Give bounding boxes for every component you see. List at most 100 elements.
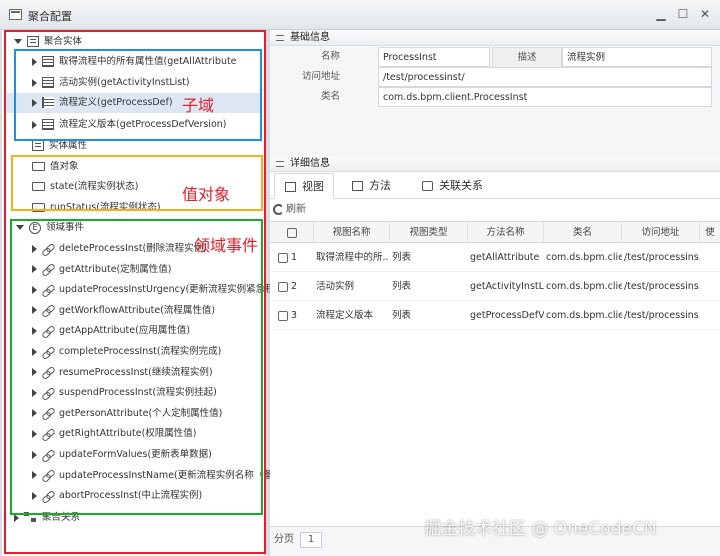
tree-node-label: updateFormValues(更新表单数据) — [59, 449, 212, 460]
close-button[interactable]: ✕ — [698, 7, 712, 21]
expand-arrow-icon[interactable] — [14, 39, 22, 44]
column-header[interactable]: 方法名称 — [468, 221, 544, 243]
collapse-arrow-icon[interactable] — [32, 409, 37, 418]
checkbox[interactable] — [278, 252, 288, 263]
row-select[interactable]: 1 — [278, 243, 312, 272]
collapse-arrow-icon[interactable] — [32, 326, 37, 335]
tree-node-sub-item[interactable]: 活动实例(getActivityInstList) — [32, 73, 190, 93]
collapse-arrow-icon[interactable] — [32, 265, 37, 274]
collapse-arrow-icon[interactable] — [32, 368, 37, 377]
tab-label: 方法 — [369, 179, 391, 192]
collapse-arrow-icon[interactable] — [32, 450, 37, 459]
collapse-arrow-icon[interactable] — [32, 491, 37, 500]
collapse-arrow-icon[interactable] — [32, 244, 37, 253]
checkbox[interactable] — [278, 310, 288, 321]
collapse-arrow-icon[interactable] — [32, 120, 37, 129]
tab-view[interactable]: 视图 — [274, 173, 334, 199]
row-select[interactable]: 2 — [278, 272, 312, 301]
header-select-all[interactable] — [270, 221, 314, 243]
column-header[interactable]: 使 — [700, 221, 720, 243]
watermark: 掘金技术社区 @ OneCodeCN — [424, 519, 657, 539]
basic-info-header[interactable]: 基础信息 — [270, 30, 720, 46]
tree-node-event-item[interactable]: getAttribute(定制属性值) — [32, 260, 171, 280]
table-icon — [42, 119, 54, 130]
collapse-arrow-icon[interactable] — [32, 98, 37, 107]
tree-node-event-item[interactable]: updateProcessInstUrgency(更新流程实例紧急程 — [32, 280, 275, 300]
tree-node-event-item[interactable]: updateFormValues(更新表单数据) — [32, 445, 212, 465]
table-row[interactable]: 2 活动实例 列表 getActivityInstListcom.ds.bpm.cli… — [270, 272, 720, 301]
detail-info-header[interactable]: 详细信息 — [270, 156, 720, 172]
tree-node-event-item[interactable]: getRightAttribute(权限属性值) — [32, 424, 196, 444]
tab-methods[interactable]: 方法 — [342, 173, 406, 199]
section-title: 详细信息 — [290, 158, 330, 169]
tab-relations[interactable]: 关联关系 — [412, 173, 502, 199]
minimize-button[interactable]: ▁ — [654, 7, 668, 21]
desc-field[interactable]: 流程实例 — [562, 47, 712, 67]
tree-node-event-item[interactable]: getWorkflowAttribute(流程属性值) — [32, 301, 215, 321]
value-field-icon — [32, 182, 45, 191]
tree-node-event-item[interactable]: getPersonAttribute(个人定制属性值) — [32, 404, 222, 424]
collapse-arrow-icon[interactable] — [32, 388, 37, 397]
entity-icon — [27, 36, 39, 47]
page-number-input[interactable]: 1 — [300, 532, 322, 548]
checkbox[interactable] — [286, 227, 297, 238]
collapse-arrow-icon[interactable] — [32, 78, 37, 87]
tree-node-aggregate-entity[interactable]: 聚合实体 — [14, 32, 82, 52]
tree-node-event-item[interactable]: abortProcessInst(中止流程实例) — [32, 486, 202, 506]
value-object-icon — [32, 162, 45, 171]
maximize-button[interactable]: ☐ — [676, 7, 690, 21]
refresh-icon[interactable] — [273, 204, 284, 215]
refresh-button[interactable]: 刷新 — [286, 204, 306, 215]
event-link-icon — [42, 244, 54, 254]
tab-label: 关联关系 — [439, 179, 483, 192]
tree-node-event-item[interactable]: updateProcessInstName(更新流程实例名称（备 — [32, 466, 273, 486]
tree-node-sub-item[interactable]: 流程定义版本(getProcessDefVersion) — [32, 115, 227, 135]
table-row[interactable]: 1 取得流程中的所... 列表 getAllAttribute com.ds.bpm.c… — [270, 243, 720, 272]
event-link-icon — [42, 285, 54, 295]
url-label: 访问地址 — [301, 71, 340, 82]
table-cell-method: getActivityInstList — [470, 281, 544, 292]
tree-node-label: deleteProcessInst(删除流程实例) — [59, 243, 207, 254]
tree-node-sub-item-selected[interactable]: 流程定义(getProcessDef) — [4, 93, 262, 113]
tree-node-label: suspendProcessInst(流程实例挂起) — [59, 387, 217, 399]
name-field[interactable]: ProcessInst — [378, 47, 490, 67]
tree-node-event-item[interactable]: deleteProcessInst(删除流程实例) — [32, 239, 207, 259]
row-select[interactable]: 3 — [278, 301, 312, 330]
table-cell-method: getAllAttribute — [470, 252, 540, 263]
tree-node-domain-events[interactable]: E 领域事件 — [16, 218, 84, 238]
column-header[interactable]: 访问地址 — [622, 221, 700, 243]
event-link-icon — [42, 326, 54, 336]
details-panel: 基础信息 名称 ProcessInst 描述 流程实例 访问地址 /test/p… — [270, 30, 720, 556]
table-row[interactable]: 3 流程定义版本 列表 getProcessDefV...com.ds.bpm.cli… — [270, 301, 720, 330]
checkbox[interactable] — [278, 281, 288, 292]
tree-node-value-item[interactable]: runStatus(流程实例状态) — [32, 198, 161, 218]
collapse-arrow-icon[interactable] — [32, 57, 37, 66]
tree-node-label: completeProcessInst(流程实例完成) — [59, 346, 222, 357]
class-field[interactable]: com.ds.bpm.client.ProcessInst — [378, 87, 712, 107]
column-header[interactable]: 视图名称 — [314, 221, 390, 243]
tree-node-entity-attributes[interactable]: 实体属性 — [32, 136, 87, 156]
collapse-arrow-icon[interactable] — [32, 347, 37, 356]
collapse-arrow-icon[interactable] — [14, 513, 19, 522]
url-field[interactable]: /test/processinst/ — [378, 67, 712, 87]
collapse-arrow-icon[interactable] — [32, 471, 37, 480]
table-cell-method: getProcessDefV... — [470, 310, 544, 321]
basic-info-form: 名称 ProcessInst 描述 流程实例 访问地址 /test/proces… — [270, 47, 720, 159]
tree-node-event-item[interactable]: completeProcessInst(流程实例完成) — [32, 342, 221, 362]
collapse-arrow-icon[interactable] — [32, 306, 37, 315]
column-header[interactable]: 类名 — [544, 221, 622, 243]
tree-node-label: 聚合实体 — [44, 36, 83, 47]
expand-arrow-icon[interactable] — [16, 225, 24, 230]
collapse-arrow-icon[interactable] — [32, 285, 37, 294]
tree-node-event-item[interactable]: getAppAttribute(应用属性值) — [32, 321, 190, 341]
tree-node-sub-item[interactable]: 取得流程中的所有属性值(getAllAttribute — [32, 52, 237, 72]
tree-node-value-object[interactable]: 值对象 — [32, 157, 79, 177]
tree-node-event-item[interactable]: suspendProcessInst(流程实例挂起) — [32, 383, 217, 403]
column-header[interactable]: 视图类型 — [390, 221, 468, 243]
tree-node-value-item[interactable]: state(流程实例状态) — [32, 177, 138, 197]
collapse-icon — [276, 161, 284, 167]
collapse-arrow-icon[interactable] — [32, 429, 37, 438]
tree-node-event-item[interactable]: resumeProcessInst(继续流程实例) — [32, 363, 213, 383]
tree-node-aggregate-relations[interactable]: 聚合关系 — [14, 508, 80, 528]
tree-node-label: updateProcessInstName(更新流程实例名称（备 — [59, 469, 273, 481]
